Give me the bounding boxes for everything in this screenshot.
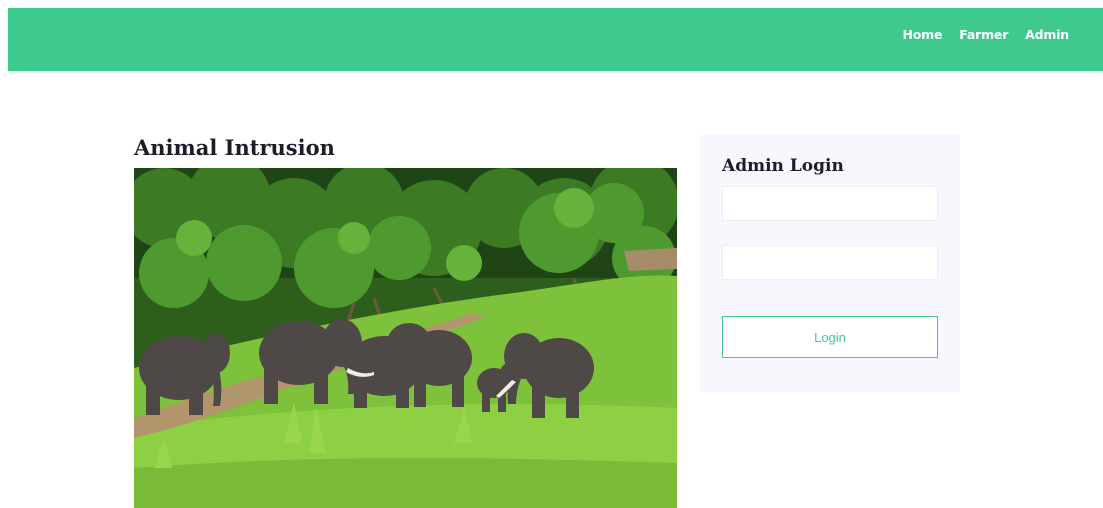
- admin-login-panel: Admin Login Login: [700, 135, 960, 392]
- top-navbar: Home Farmer Admin: [8, 8, 1103, 71]
- login-title: Admin Login: [722, 156, 844, 176]
- username-input[interactable]: [722, 186, 938, 221]
- elephant-herd-image: [134, 168, 677, 508]
- nav-link-home[interactable]: Home: [903, 27, 943, 42]
- password-input[interactable]: [722, 245, 938, 280]
- login-button[interactable]: Login: [722, 316, 938, 358]
- page-title: Animal Intrusion: [134, 135, 335, 160]
- nav-menu: Home Farmer Admin: [903, 8, 1070, 60]
- nav-link-admin[interactable]: Admin: [1025, 27, 1069, 42]
- nav-link-farmer[interactable]: Farmer: [959, 27, 1008, 42]
